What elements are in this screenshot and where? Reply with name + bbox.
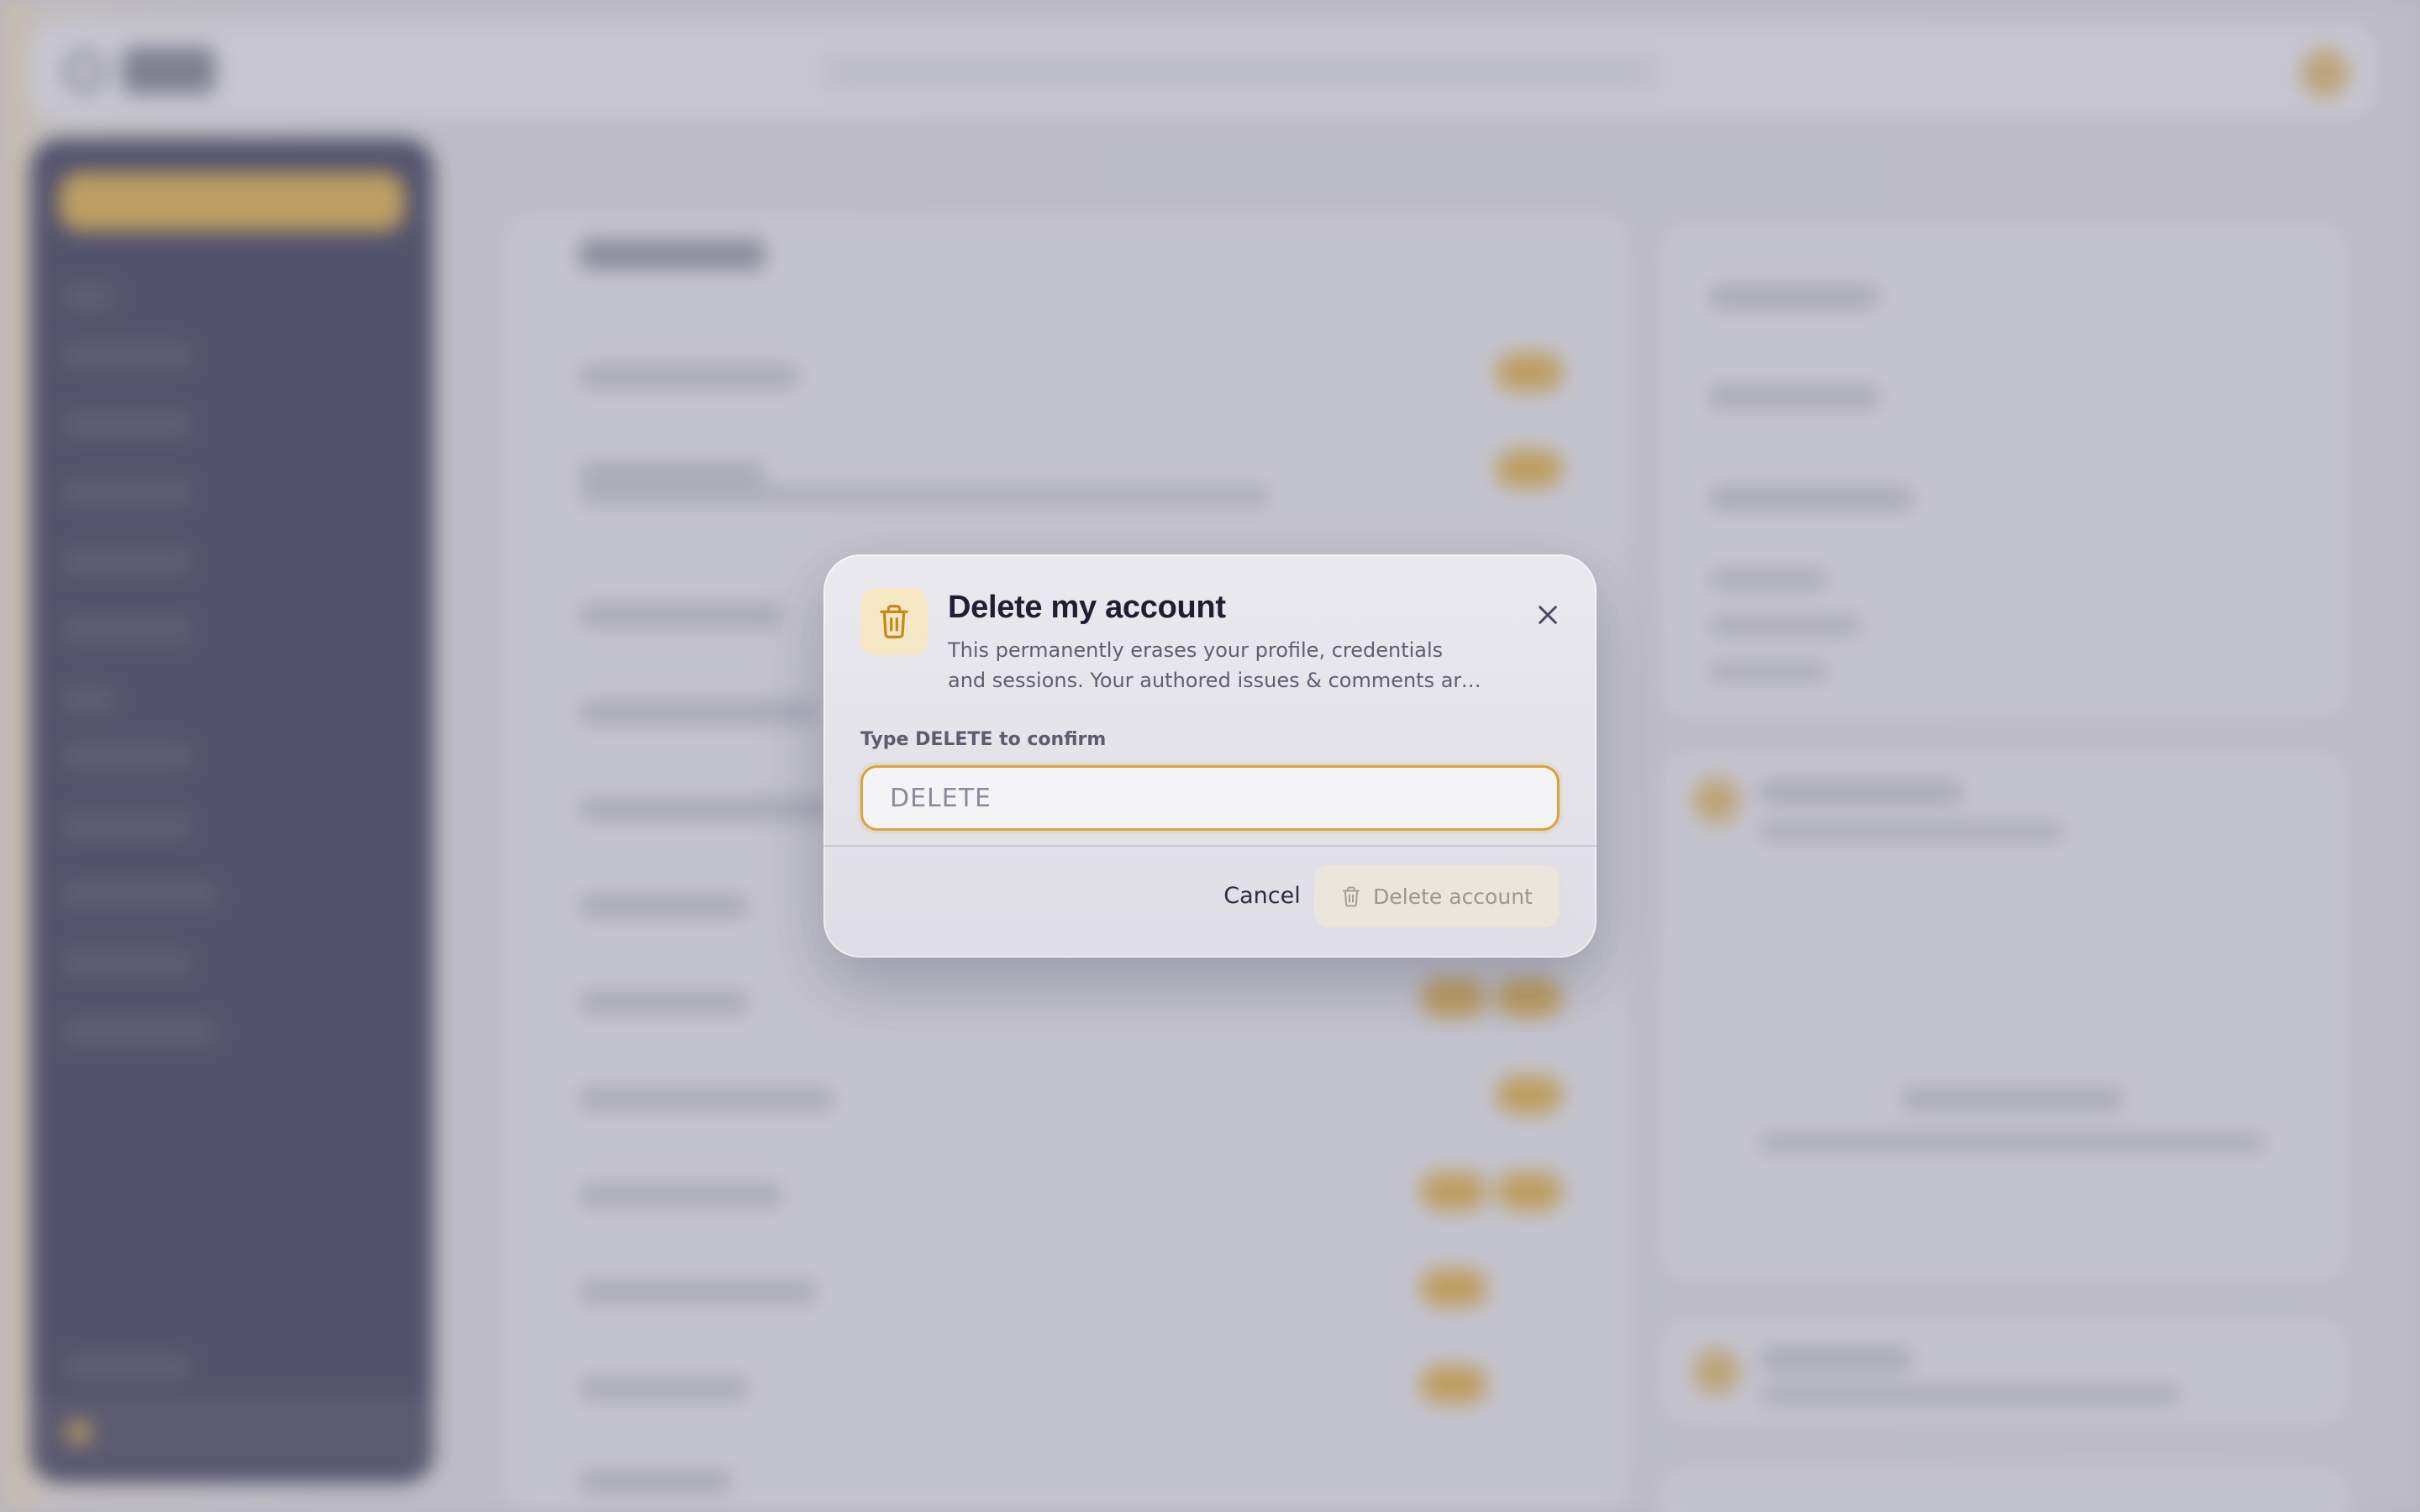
dialog-description: This permanently erases your profile, cr… [948,638,1474,692]
cancel-button[interactable]: Cancel [1195,864,1329,927]
dialog-title: Delete my account [948,590,1226,625]
close-button[interactable] [1521,590,1575,643]
confirm-field-label: Type DELETE to confirm [860,729,1107,750]
delete-account-button[interactable]: Delete account [1314,865,1560,927]
delete-account-dialog: Delete my account This permanently erase… [823,554,1597,958]
close-icon [1534,601,1561,632]
dialog-footer-divider [823,845,1597,847]
trash-icon [860,588,928,655]
trash-icon [1341,885,1361,908]
delete-account-label: Delete account [1373,884,1533,909]
confirm-delete-input[interactable] [860,765,1560,831]
